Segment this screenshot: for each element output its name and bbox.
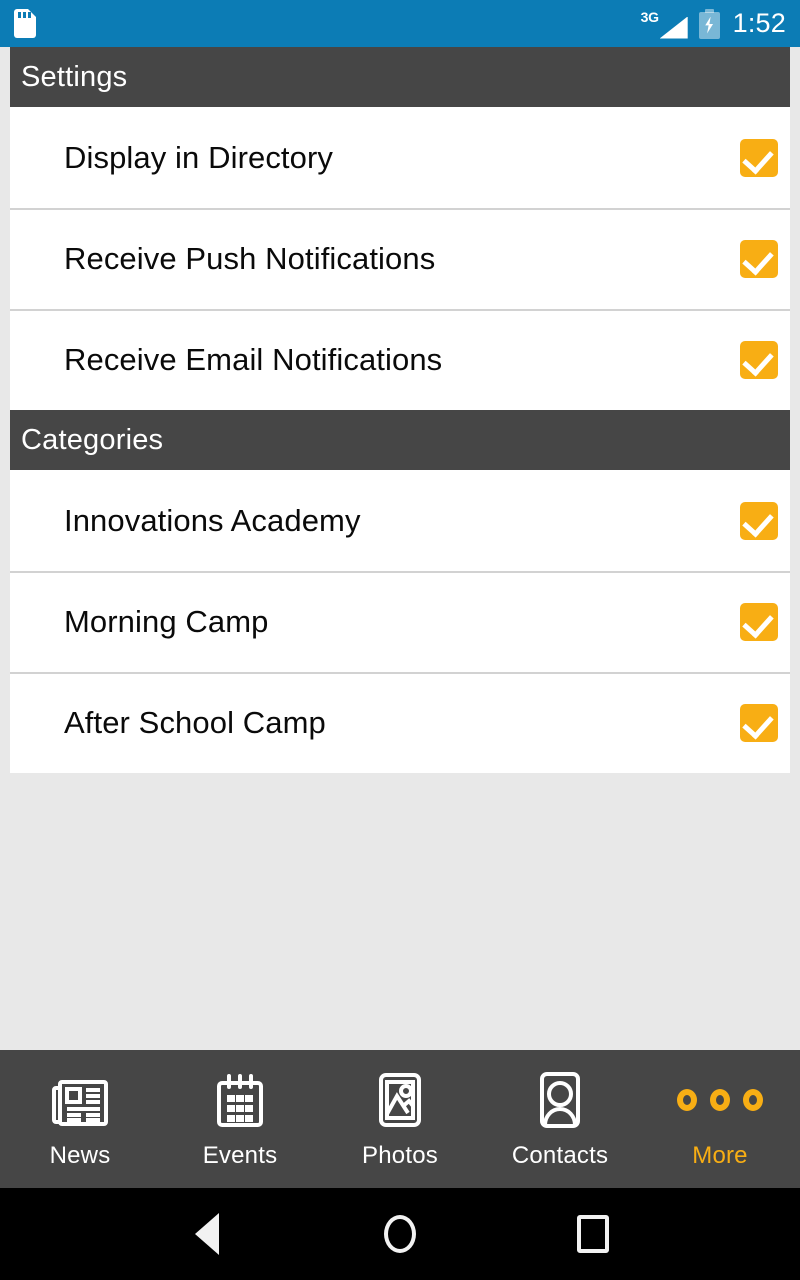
tab-more-label: More bbox=[692, 1142, 748, 1169]
status-bar: 3G 1:52 bbox=[0, 0, 800, 47]
network-type-label: 3G bbox=[640, 8, 659, 25]
bottom-tab-bar: News Events Photos Contacts More bbox=[0, 1050, 800, 1188]
checkbox-receive-email-notifications[interactable] bbox=[740, 340, 778, 379]
home-button[interactable] bbox=[370, 1204, 430, 1264]
person-card-icon bbox=[528, 1064, 592, 1136]
setting-row-receive-email-notifications[interactable]: Receive Email Notifications bbox=[10, 309, 790, 410]
setting-row-label: Display in Directory bbox=[64, 139, 334, 175]
tab-contacts-label: Contacts bbox=[511, 1142, 609, 1169]
checkbox-morning-camp[interactable] bbox=[740, 602, 778, 641]
three-dots-icon bbox=[677, 1064, 763, 1136]
tab-events[interactable]: Events bbox=[160, 1050, 320, 1188]
setting-row-label: Receive Email Notifications bbox=[64, 341, 443, 377]
android-system-nav-bar bbox=[0, 1188, 800, 1280]
calendar-icon bbox=[208, 1064, 272, 1136]
category-row-morning-camp[interactable]: Morning Camp bbox=[10, 571, 790, 672]
settings-screen: Settings Display in Directory Receive Pu… bbox=[0, 47, 800, 1050]
setting-row-label: Receive Push Notifications bbox=[64, 240, 436, 276]
category-row-innovations-academy[interactable]: Innovations Academy bbox=[10, 470, 790, 571]
status-bar-left bbox=[14, 9, 641, 38]
tab-news[interactable]: News bbox=[0, 1050, 160, 1188]
settings-list: Settings Display in Directory Receive Pu… bbox=[10, 47, 790, 773]
category-row-label: Morning Camp bbox=[64, 603, 269, 639]
checkbox-innovations-academy[interactable] bbox=[740, 501, 778, 540]
checkbox-display-in-directory[interactable] bbox=[740, 138, 778, 177]
tab-more[interactable]: More bbox=[640, 1050, 800, 1188]
status-bar-right: 3G 1:52 bbox=[641, 8, 786, 39]
tab-photos[interactable]: Photos bbox=[320, 1050, 480, 1188]
recents-button[interactable] bbox=[563, 1204, 623, 1264]
battery-charging-icon bbox=[698, 8, 720, 39]
setting-row-display-in-directory[interactable]: Display in Directory bbox=[10, 107, 790, 208]
setting-row-receive-push-notifications[interactable]: Receive Push Notifications bbox=[10, 208, 790, 309]
section-header-categories: Categories bbox=[10, 410, 790, 470]
recents-icon bbox=[577, 1215, 610, 1253]
tab-photos-label: Photos bbox=[362, 1142, 438, 1169]
category-row-label: After School Camp bbox=[64, 704, 326, 740]
section-header-settings-label: Settings bbox=[21, 60, 128, 93]
back-icon bbox=[194, 1213, 219, 1255]
tab-contacts[interactable]: Contacts bbox=[480, 1050, 640, 1188]
tab-news-label: News bbox=[49, 1142, 111, 1169]
checkbox-after-school-camp[interactable] bbox=[740, 703, 778, 742]
photo-icon bbox=[368, 1064, 432, 1136]
checkbox-receive-push-notifications[interactable] bbox=[740, 239, 778, 278]
sd-card-icon bbox=[14, 9, 36, 38]
tab-events-label: Events bbox=[202, 1142, 278, 1169]
section-header-categories-label: Categories bbox=[21, 423, 164, 456]
status-bar-clock: 1:52 bbox=[732, 8, 786, 38]
back-button[interactable] bbox=[177, 1204, 237, 1264]
home-icon bbox=[383, 1215, 416, 1253]
category-row-label: Innovations Academy bbox=[64, 502, 361, 538]
newspaper-icon bbox=[48, 1064, 112, 1136]
section-header-settings: Settings bbox=[10, 47, 790, 107]
category-row-after-school-camp[interactable]: After School Camp bbox=[10, 672, 790, 773]
signal-bars-icon: 3G bbox=[641, 9, 688, 39]
